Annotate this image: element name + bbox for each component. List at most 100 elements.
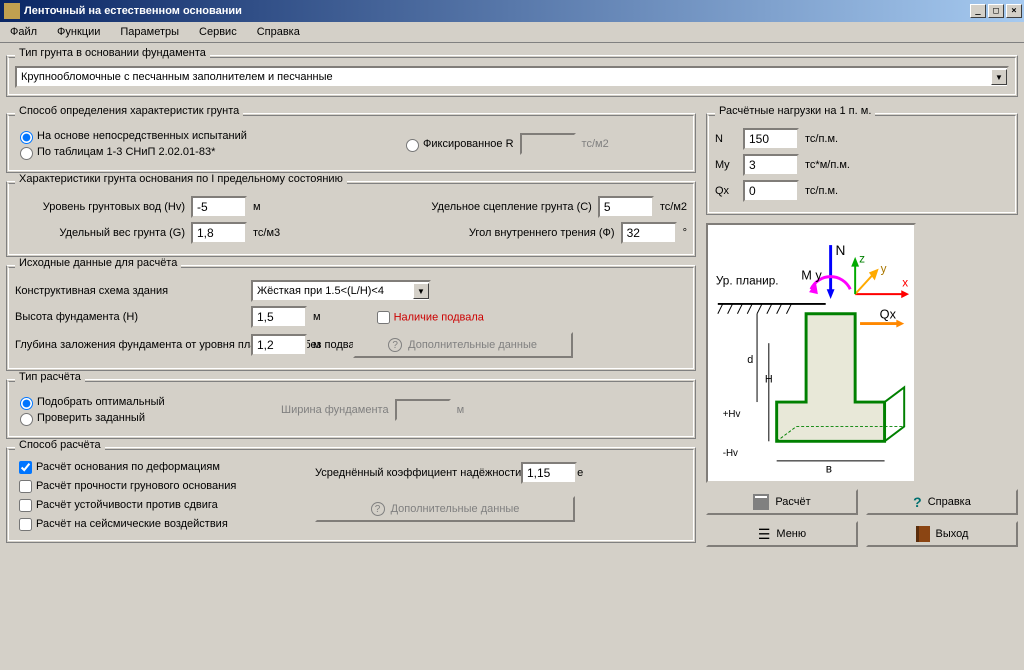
fixed-r-unit: тс/м2 <box>582 138 609 150</box>
chevron-down-icon[interactable]: ▼ <box>991 69 1007 85</box>
foundation-diagram: Ур. планир. N M y <box>706 223 916 483</box>
soil-type-legend: Тип грунта в основании фундамента <box>15 47 210 59</box>
group-soil-char: Характеристики грунта основания по I пре… <box>6 181 696 257</box>
qx-field[interactable] <box>743 180 799 202</box>
soil-type-value: Крупнообломочные с песчанным заполнителе… <box>17 71 991 83</box>
svg-text:M y: M y <box>801 267 822 282</box>
d-unit: м <box>313 339 321 351</box>
determination-legend: Способ определения характеристик грунта <box>15 105 243 117</box>
phi-unit: ° <box>683 227 687 239</box>
menu-icon: ☰ <box>758 526 771 543</box>
calc-type-legend: Тип расчёта <box>15 371 85 383</box>
titlebar: Ленточный на естественном основании _ □ … <box>0 0 1024 22</box>
width-label: Ширина фундамента <box>281 404 389 416</box>
d-label: Глубина заложения фундамента от уровня п… <box>15 339 245 351</box>
question-icon: ? <box>371 502 385 516</box>
minimize-button[interactable]: _ <box>970 4 986 18</box>
n-label: N <box>715 133 737 145</box>
menu-help[interactable]: Справка <box>253 24 304 40</box>
svg-text:в: в <box>826 463 832 476</box>
h-label: Высота фундамента (H) <box>15 311 245 323</box>
check-deformation[interactable]: Расчёт основания по деформациям <box>15 461 220 473</box>
exit-icon <box>916 526 930 542</box>
basement-checkbox[interactable]: Наличие подвала <box>373 308 484 327</box>
phi-label: Угол внутреннего трения (Ф) <box>469 227 615 239</box>
c-field[interactable] <box>598 196 654 218</box>
g-field[interactable] <box>191 222 247 244</box>
calc-method-legend: Способ расчёта <box>15 439 105 451</box>
svg-text:+Hv: +Hv <box>723 409 741 420</box>
width-unit: м <box>457 404 465 416</box>
svg-text:N: N <box>836 243 846 258</box>
initial-more-button: ? Дополнительные данные <box>353 332 573 358</box>
group-loads: Расчётные нагрузки на 1 п. м. N тс/п.м. … <box>706 113 1018 215</box>
calculator-icon <box>753 494 769 510</box>
app-icon <box>4 3 20 19</box>
n-unit: тс/п.м. <box>805 133 838 145</box>
my-label: My <box>715 159 737 171</box>
width-field <box>395 399 451 421</box>
maximize-button[interactable]: □ <box>988 4 1004 18</box>
method-more-button: ? Дополнительные данные <box>315 496 575 522</box>
h-unit: м <box>313 311 321 323</box>
menubar: Файл Функции Параметры Сервис Справка <box>0 22 1024 43</box>
my-unit: тс*м/п.м. <box>805 159 850 171</box>
svg-text:Ур. планир.: Ур. планир. <box>716 274 779 287</box>
radio-snip-tables[interactable]: По таблицам 1-3 СНиП 2.02.01-83* <box>15 146 215 158</box>
close-button[interactable]: × <box>1006 4 1022 18</box>
menu-params[interactable]: Параметры <box>116 24 183 40</box>
scheme-value: Жёсткая при 1.5<(L/H)<4 <box>253 285 413 297</box>
radio-direct-tests[interactable]: На основе непосредственных испытаний <box>15 130 247 142</box>
d-field[interactable] <box>251 334 307 356</box>
question-icon: ? <box>388 338 402 352</box>
svg-text:Qx: Qx <box>880 307 897 322</box>
exit-button[interactable]: Выход <box>866 521 1018 547</box>
coef-field[interactable] <box>521 462 577 484</box>
c-label: Удельное сцепление грунта (C) <box>431 201 591 213</box>
window-title: Ленточный на естественном основании <box>24 5 968 17</box>
svg-text:x: x <box>902 276 908 289</box>
qx-unit: тс/п.м. <box>805 185 838 197</box>
svg-text:-Hv: -Hv <box>723 448 738 459</box>
fixed-r-field <box>520 133 576 155</box>
h-field[interactable] <box>251 306 307 328</box>
chevron-down-icon[interactable]: ▼ <box>413 283 429 299</box>
svg-text:y: y <box>881 263 887 276</box>
initial-legend: Исходные данные для расчёта <box>15 257 181 269</box>
group-soil-type: Тип грунта в основании фундамента Крупно… <box>6 55 1018 97</box>
hv-label: Уровень грунтовых вод (Hv) <box>15 201 185 213</box>
menu-service[interactable]: Сервис <box>195 24 241 40</box>
hv-field[interactable] <box>191 196 247 218</box>
menu-button[interactable]: ☰ Меню <box>706 521 858 547</box>
group-determination: Способ определения характеристик грунта … <box>6 113 696 173</box>
g-label: Удельный вес грунта (G) <box>15 227 185 239</box>
check-shear[interactable]: Расчёт устойчивости против сдвига <box>15 499 218 511</box>
check-strength[interactable]: Расчёт прочности грунового основания <box>15 480 236 492</box>
help-icon: ? <box>913 494 922 510</box>
hv-unit: м <box>253 201 261 213</box>
phi-field[interactable] <box>621 222 677 244</box>
help-button[interactable]: ? Справка <box>866 489 1018 515</box>
scheme-label: Конструктивная схема здания <box>15 285 245 297</box>
my-field[interactable] <box>743 154 799 176</box>
g-unit: тс/м3 <box>253 227 280 239</box>
group-calc-method: Способ расчёта Расчёт основания по дефор… <box>6 447 696 543</box>
qx-label: Qx <box>715 185 737 197</box>
menu-file[interactable]: Файл <box>6 24 41 40</box>
scheme-combo[interactable]: Жёсткая при 1.5<(L/H)<4 ▼ <box>251 280 431 302</box>
coef-label: Усреднённый коэффициент надёжности по на… <box>315 467 515 479</box>
svg-text:d: d <box>747 354 753 366</box>
n-field[interactable] <box>743 128 799 150</box>
radio-choose-optimal[interactable]: Подобрать оптимальный <box>15 396 165 408</box>
calc-button[interactable]: Расчёт <box>706 489 858 515</box>
soil-char-legend: Характеристики грунта основания по I пре… <box>15 173 347 185</box>
soil-type-combo[interactable]: Крупнообломочные с песчанным заполнителе… <box>15 66 1009 88</box>
radio-check-given[interactable]: Проверить заданный <box>15 412 145 424</box>
group-calc-type: Тип расчёта Подобрать оптимальный Провер… <box>6 379 696 439</box>
group-initial: Исходные данные для расчёта Конструктивн… <box>6 265 696 371</box>
svg-text:z: z <box>859 253 865 266</box>
c-unit: тс/м2 <box>660 201 687 213</box>
radio-fixed-r[interactable]: Фиксированное R <box>401 136 514 152</box>
check-seismic[interactable]: Расчёт на сейсмические воздействия <box>15 518 228 530</box>
menu-functions[interactable]: Функции <box>53 24 104 40</box>
